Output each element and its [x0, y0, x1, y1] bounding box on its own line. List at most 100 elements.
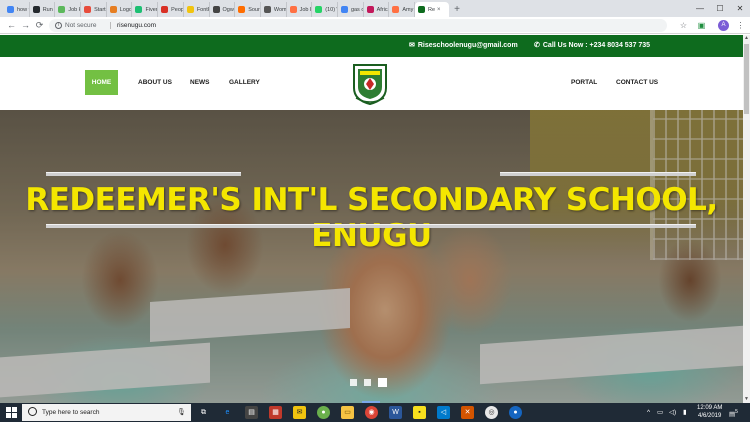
tab-label: (10) W — [325, 6, 337, 13]
new-tab-button[interactable]: + — [449, 2, 465, 17]
bookmark-star-icon[interactable]: ☆ — [678, 20, 689, 31]
slide-dot-1[interactable] — [350, 379, 357, 386]
browser-tab[interactable]: how to — [4, 2, 30, 17]
phone-icon: ✆ — [534, 42, 540, 49]
tab-favicon-icon — [263, 6, 271, 13]
slide-dot-3[interactable] — [378, 378, 387, 387]
sticky-notes-icon[interactable]: ▪ — [413, 406, 426, 419]
browser-tab[interactable]: Wome — [261, 2, 287, 17]
tab-favicon-icon — [7, 6, 14, 13]
browser-tab[interactable]: Africa — [364, 2, 390, 17]
nav-gallery[interactable]: GALLERY — [229, 70, 260, 95]
browser-tab[interactable]: Job He — [55, 2, 82, 17]
tab-label: Start S — [94, 6, 106, 13]
scroll-up-icon[interactable]: ▲ — [743, 35, 750, 42]
browser-tab[interactable]: (10) W — [312, 2, 338, 17]
browser-tab[interactable]: Run M — [30, 2, 56, 17]
slide-dot-2[interactable] — [364, 379, 371, 386]
media-icon[interactable]: ◎ — [485, 406, 498, 419]
system-clock[interactable]: 12:09 AM 4/6/2019 — [697, 404, 722, 420]
browser-tab[interactable]: Source — [235, 2, 261, 17]
url-divider — [110, 22, 111, 29]
minimize-button[interactable]: — — [690, 0, 710, 17]
nav-news[interactable]: NEWS — [190, 70, 210, 95]
tab-label: Africa — [376, 6, 390, 13]
browser-tab-strip: how to Run M Job He Start S Logos Fiverr Peopl… — [0, 0, 750, 17]
back-button[interactable]: ← — [6, 20, 17, 31]
battery-icon[interactable]: ▮ — [683, 403, 687, 422]
scroll-down-icon[interactable]: ▼ — [743, 396, 750, 403]
tab-label: FontPa — [196, 6, 209, 13]
edge-icon[interactable]: e — [221, 406, 234, 419]
network-icon[interactable]: ▭ — [657, 403, 663, 422]
search-icon — [28, 407, 37, 416]
browser-tab[interactable]: Logos — [107, 2, 133, 17]
active-tab[interactable]: Re × — [415, 2, 449, 17]
nav-about-us[interactable]: ABOUT US — [138, 70, 172, 95]
school-crest-logo[interactable] — [351, 62, 389, 106]
address-bar[interactable]: i Not secure risenugu.com — [49, 19, 667, 32]
hero-rule-top-right — [500, 172, 696, 176]
browser-tab[interactable]: Fiverr — [132, 2, 159, 17]
hero-overlay — [0, 110, 743, 403]
forward-button[interactable]: → — [20, 20, 31, 31]
reload-button[interactable]: ⟳ — [34, 20, 45, 31]
tab-label: Fiverr — [145, 6, 159, 13]
close-window-button[interactable]: ✕ — [730, 0, 750, 17]
phone-text: Call Us Now : +234 8034 537 735 — [542, 42, 651, 49]
microphone-icon[interactable]: 🎙 — [177, 404, 186, 421]
vpn-icon[interactable]: ● — [509, 406, 522, 419]
task-view-icon[interactable]: ⧉ — [197, 406, 210, 419]
tab-favicon-icon — [238, 6, 246, 13]
tab-favicon-icon — [161, 6, 169, 13]
windows-start-icon[interactable] — [6, 407, 17, 418]
browser-tab[interactable]: Job He — [287, 2, 313, 17]
notification-center[interactable]: ▤5 — [729, 403, 738, 422]
nav-contact-us[interactable]: CONTACT US — [616, 70, 658, 95]
close-tab-icon[interactable]: × — [437, 7, 441, 13]
security-indicator[interactable]: i Not secure — [55, 19, 96, 32]
store-icon[interactable]: ▤ — [245, 406, 258, 419]
app-icon[interactable]: ● — [317, 406, 330, 419]
taskbar-search[interactable]: Type here to search 🎙 — [22, 404, 191, 421]
menu-icon[interactable]: ⋮ — [735, 20, 746, 31]
page-scrollbar[interactable]: ▲ ▼ — [743, 35, 750, 403]
hero-slider: REDEEMER'S INT'L SECONDARY SCHOOL, ENUGU — [0, 110, 743, 403]
vscode-icon[interactable]: ◁ — [437, 406, 450, 419]
email-contact[interactable]: ✉ Riseschoolenugu@gmail.com — [409, 35, 518, 57]
browser-tab[interactable]: gas c — [338, 2, 364, 17]
browser-tab[interactable]: FontPa — [184, 2, 210, 17]
browser-tab[interactable]: Amy A — [389, 2, 415, 17]
file-explorer-icon[interactable]: ▭ — [341, 406, 354, 419]
mail-icon[interactable]: ✉ — [293, 406, 306, 419]
browser-tab[interactable]: Start S — [81, 2, 107, 17]
tab-label: Source — [248, 6, 260, 13]
extension-icon[interactable]: ▣ — [696, 20, 707, 31]
nav-portal[interactable]: PORTAL — [571, 70, 597, 95]
tray-chevron-icon[interactable]: ^ — [647, 403, 650, 422]
scroll-thumb[interactable] — [744, 44, 749, 114]
clock-date: 4/6/2019 — [698, 413, 722, 419]
browser-tab[interactable]: Ogwu — [210, 2, 236, 17]
chrome-icon[interactable]: ◉ — [365, 406, 378, 419]
gift-icon[interactable]: ▦ — [269, 406, 282, 419]
contact-top-bar: ✉ Riseschoolenugu@gmail.com ✆ Call Us Now … — [0, 35, 743, 57]
maximize-button[interactable]: ☐ — [710, 0, 730, 17]
word-icon[interactable]: W — [389, 406, 402, 419]
tab-label: Ogwu — [222, 6, 235, 13]
browser-tab[interactable]: People — [158, 2, 184, 17]
volume-icon[interactable]: ◁) — [669, 403, 676, 422]
tab-label: gas c — [350, 6, 364, 13]
info-icon: i — [55, 22, 62, 29]
url-text[interactable]: risenugu.com — [117, 19, 156, 32]
chrome-active-indicator — [362, 401, 380, 403]
windows-taskbar: Type here to search 🎙 ⧉ e ▤ ▦ ✉ ● ▭ ◉ W … — [0, 403, 750, 422]
phone-contact[interactable]: ✆ Call Us Now : +234 8034 537 735 — [534, 35, 650, 57]
hero-title: REDEEMER'S INT'L SECONDARY SCHOOL, ENUGU — [25, 182, 718, 254]
security-label: Not secure — [65, 22, 97, 29]
email-text: Riseschoolenugu@gmail.com — [417, 42, 518, 49]
profile-avatar[interactable]: A — [718, 20, 729, 31]
nav-home[interactable]: HOME — [85, 70, 118, 95]
tab-label: how to — [17, 6, 29, 13]
xampp-icon[interactable]: ✕ — [461, 406, 474, 419]
